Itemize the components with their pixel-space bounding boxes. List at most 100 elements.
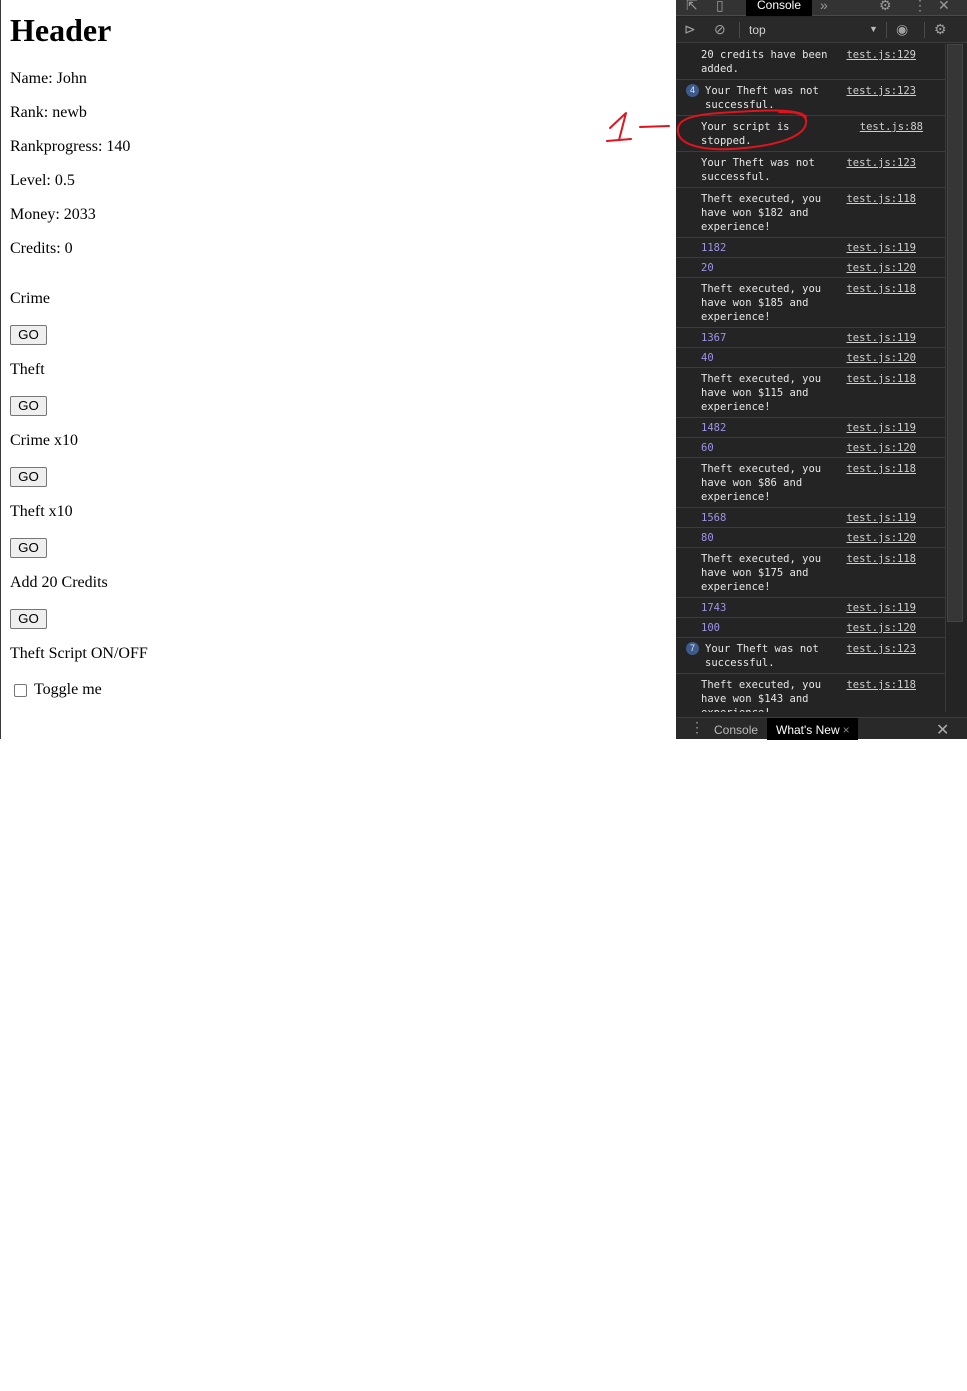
devtools-tabbar: ⇱ ▯ Console » ⚙ ⋮ ✕ [676, 0, 967, 16]
message-text: 100 [701, 622, 720, 634]
repeat-count-badge: 4 [686, 84, 699, 97]
source-link[interactable]: test.js:118 [846, 282, 916, 296]
action-label-theft-x10: Theft x10 [10, 503, 73, 520]
console-message: 1568 test.js:119 [676, 508, 945, 528]
console-message: 4 Your Theft was not successful. test.js:1… [676, 80, 945, 116]
source-link[interactable]: test.js:123 [846, 84, 916, 98]
message-text: Theft executed, you have won $115 and ex… [701, 373, 828, 413]
message-text: Your script is stopped. [701, 121, 796, 147]
console-scrollbar[interactable] [945, 44, 967, 712]
message-text: Your Theft was not successful. [701, 157, 822, 183]
sidebar-toggle-icon[interactable]: ⊳ [684, 21, 696, 38]
device-toolbar-icon[interactable]: ▯ [716, 0, 724, 14]
source-link[interactable]: test.js:119 [846, 421, 916, 435]
source-link[interactable]: test.js:118 [846, 372, 916, 386]
message-text: Theft executed, you have won $182 and ex… [701, 193, 828, 233]
theft-go-button[interactable]: GO [10, 396, 47, 416]
console-message: 1367 test.js:119 [676, 328, 945, 348]
add-credits-go-button[interactable]: GO [10, 609, 47, 629]
message-text: 40 [701, 352, 714, 364]
message-text: Theft executed, you have won $185 and ex… [701, 283, 828, 323]
console-message: 80 test.js:120 [676, 528, 945, 548]
toggle-checkbox[interactable] [14, 683, 27, 697]
console-message: Theft executed, you have won $143 and ex… [676, 674, 945, 712]
drawer-tab-console[interactable]: Console [714, 723, 967, 1391]
message-text: 1182 [701, 242, 727, 254]
message-text: 1743 [701, 602, 727, 614]
whats-new-label: What's New [776, 723, 840, 737]
close-tab-icon[interactable]: × [843, 723, 850, 737]
console-message: 60 test.js:120 [676, 438, 945, 458]
source-link[interactable]: test.js:123 [846, 156, 916, 170]
stat-credits: Credits: 0 [10, 240, 73, 257]
source-link[interactable]: test.js:129 [846, 48, 916, 62]
stat-name: Name: John [10, 70, 87, 87]
stat-rank: Rank: newb [10, 104, 87, 121]
action-label-theft: Theft [10, 361, 45, 378]
console-settings-icon[interactable]: ⚙ [934, 21, 947, 38]
toolbar-divider [924, 22, 925, 38]
console-toolbar: ⊳ ⊘ top ▼ ◉ ⚙ [676, 17, 967, 43]
console-message: Theft executed, you have won $175 and ex… [676, 548, 945, 598]
drawer-tab-whats-new[interactable]: What's New × [767, 718, 858, 740]
more-options-icon[interactable]: ⋮ [913, 0, 927, 14]
source-link[interactable]: test.js:120 [846, 531, 916, 545]
stat-money: Money: 2033 [10, 206, 96, 223]
live-expression-eye-icon[interactable]: ◉ [896, 21, 908, 38]
crime-go-button[interactable]: GO [10, 325, 47, 345]
close-drawer-icon[interactable]: ✕ [936, 720, 949, 740]
message-text: 1367 [701, 332, 727, 344]
drawer-menu-icon[interactable]: ⋮ [690, 720, 704, 734]
source-link[interactable]: test.js:118 [846, 678, 916, 692]
toolbar-divider [739, 22, 740, 38]
source-link[interactable]: test.js:120 [846, 351, 916, 365]
console-message: Theft executed, you have won $115 and ex… [676, 368, 945, 418]
tab-console[interactable]: Console [746, 0, 812, 16]
console-message: Theft executed, you have won $185 and ex… [676, 278, 945, 328]
message-text: Your Theft was not successful. [705, 643, 826, 669]
theft-script-heading: Theft Script ON/OFF [10, 645, 148, 662]
action-label-add-credits: Add 20 Credits [10, 574, 108, 591]
console-message: 1182 test.js:119 [676, 238, 945, 258]
stat-rankprogress: Rankprogress: 140 [10, 138, 131, 155]
toolbar-divider [886, 22, 887, 38]
theft-script-toggle[interactable]: Toggle me [14, 680, 102, 700]
source-link[interactable]: test.js:120 [846, 621, 916, 635]
console-message: Theft executed, you have won $182 and ex… [676, 188, 945, 238]
context-dropdown-icon[interactable]: ▼ [869, 24, 878, 34]
settings-icon[interactable]: ⚙ [879, 0, 892, 14]
console-message: 1482 test.js:119 [676, 418, 945, 438]
source-link[interactable]: test.js:123 [846, 642, 916, 656]
source-link[interactable]: test.js:119 [846, 601, 916, 615]
console-message: 7 Your Theft was not successful. test.js:1… [676, 638, 945, 674]
crime-x10-go-button[interactable]: GO [10, 467, 47, 487]
source-link[interactable]: test.js:118 [846, 552, 916, 566]
console-message: 100 test.js:120 [676, 618, 945, 638]
message-text: 1482 [701, 422, 727, 434]
drawer-tabbar: ⋮ Console What's New × ✕ [676, 717, 967, 740]
console-message: 40 test.js:120 [676, 348, 945, 368]
more-tabs-icon[interactable]: » [820, 0, 828, 13]
source-link[interactable]: test.js:119 [846, 331, 916, 345]
inspect-element-icon[interactable]: ⇱ [686, 0, 698, 14]
source-link[interactable]: test.js:120 [846, 261, 916, 275]
context-selector[interactable]: top [749, 23, 766, 37]
console-message: 20 test.js:120 [676, 258, 945, 278]
source-link[interactable]: test.js:118 [846, 192, 916, 206]
source-link[interactable]: test.js:118 [846, 462, 916, 476]
message-text: Theft executed, you have won $86 and exp… [701, 463, 828, 503]
source-link[interactable]: test.js:119 [846, 241, 916, 255]
theft-x10-go-button[interactable]: GO [10, 538, 47, 558]
message-text: 20 [701, 262, 714, 274]
source-link[interactable]: test.js:88 [860, 120, 923, 134]
stat-level: Level: 0.5 [10, 172, 75, 189]
message-text: Theft executed, you have won $175 and ex… [701, 553, 828, 593]
action-label-crime: Crime [10, 290, 50, 307]
clear-console-icon[interactable]: ⊘ [714, 21, 726, 38]
close-devtools-icon[interactable]: ✕ [938, 0, 950, 14]
page-content: Header Name: John Rank: newb Rankprogres… [0, 0, 676, 739]
source-link[interactable]: test.js:120 [846, 441, 916, 455]
scrollbar-thumb[interactable] [947, 44, 963, 622]
message-text: 60 [701, 442, 714, 454]
source-link[interactable]: test.js:119 [846, 511, 916, 525]
